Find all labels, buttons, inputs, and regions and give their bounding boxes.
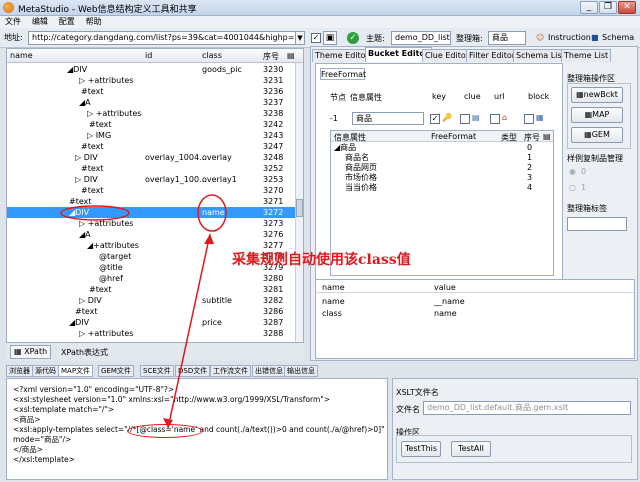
annotation-arrow-head-bottom [163,418,173,428]
annotation-ellipse-node [60,205,130,221]
annotation-ellipse-class [197,194,227,232]
annotation-arrow-line [167,233,211,429]
annotation-overlay [60,194,227,429]
annotation-text: 采集规则自动使用该class值 [232,252,411,268]
